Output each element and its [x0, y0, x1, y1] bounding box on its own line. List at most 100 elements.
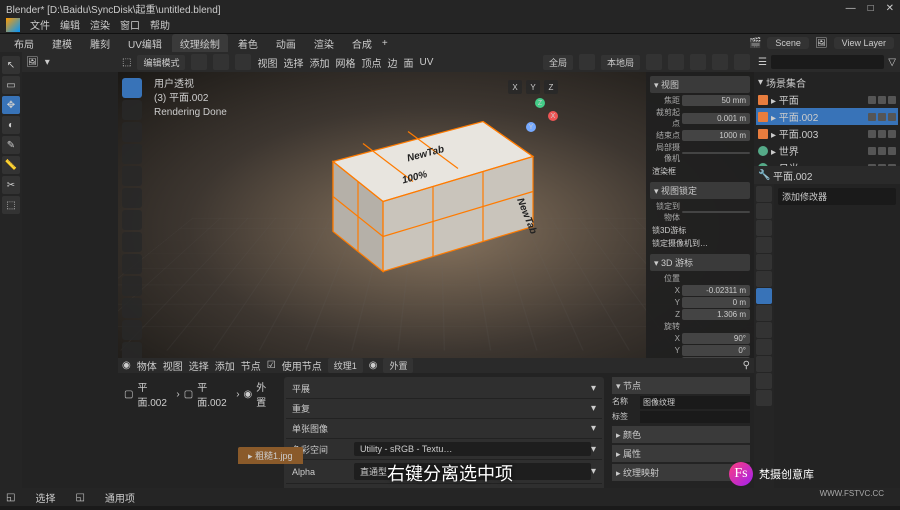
menu-edit[interactable]: 编辑 [60, 17, 80, 32]
add-modifier-button[interactable]: 添加修改器 [778, 188, 896, 205]
cursor-rx-field[interactable]: 90° [682, 333, 750, 344]
ptab-particles-icon[interactable] [756, 305, 772, 321]
vp-menu-face[interactable]: 面 [403, 55, 413, 70]
nh-view[interactable]: 视图 [163, 358, 183, 373]
shading-wire-icon[interactable] [668, 54, 684, 70]
tab-shading[interactable]: 着色 [230, 34, 266, 53]
side-color-header[interactable]: ▸ 颜色 [612, 426, 750, 443]
tool-select-icon[interactable]: ▭ [2, 76, 20, 94]
tool-deform-icon[interactable]: ◐ [2, 116, 20, 134]
ptab-viewlayer-icon[interactable] [756, 220, 772, 236]
editor-type-icon[interactable]: ⬚ [122, 57, 131, 68]
node-name-field[interactable]: 图像纹理 [640, 396, 750, 409]
nh-select[interactable]: 选择 [189, 358, 209, 373]
outliner-search-input[interactable] [771, 55, 884, 69]
ptab-modifier-icon[interactable] [756, 288, 772, 304]
vtool-measure-icon[interactable] [122, 232, 142, 252]
tab-composite[interactable]: 合成 [344, 34, 380, 53]
select-vertex-icon[interactable] [191, 54, 207, 70]
vp-menu-mesh[interactable]: 网格 [335, 55, 355, 70]
cursor-x-field[interactable]: -0.02311 m [682, 285, 750, 296]
mode-selector[interactable]: 编辑模式 [137, 55, 185, 70]
side-attr-header[interactable]: ▸ 属性 [612, 445, 750, 462]
uv-dropdown[interactable]: ▾ [45, 57, 50, 68]
tool-measure-icon[interactable]: 📏 [2, 156, 20, 174]
vp-menu-vertex[interactable]: 顶点 [361, 55, 381, 70]
outliner-icon[interactable]: ☰ [758, 57, 767, 68]
uv-editor-icon[interactable]: 🖼 [26, 57, 39, 68]
cursor-z-field[interactable]: 1.306 m [682, 309, 750, 320]
cursor-rz-field[interactable]: 90° [682, 357, 750, 358]
axis-y[interactable]: Y [526, 80, 540, 94]
outliner-item[interactable]: ▸ 平面.003 [756, 125, 898, 142]
vp-menu-edge[interactable]: 边 [387, 55, 397, 70]
3d-viewport[interactable]: 用户透视 (3) 平面.002 Rendering Done [118, 72, 754, 358]
npanel-lock-header[interactable]: ▾ 视图锁定 [650, 182, 750, 199]
ptab-world-icon[interactable] [756, 254, 772, 270]
vtool-scale-icon[interactable] [122, 166, 142, 186]
ptab-render-icon[interactable] [756, 186, 772, 202]
vtool-cursor-icon[interactable] [122, 100, 142, 120]
ptab-output-icon[interactable] [756, 203, 772, 219]
image-file-tab[interactable]: ▸ 粗糙1.jpg [238, 447, 303, 464]
select-edge-icon[interactable] [213, 54, 229, 70]
tab-uv[interactable]: UV编辑 [120, 34, 170, 53]
minimize-icon[interactable]: — [846, 3, 856, 14]
ptab-texture-icon[interactable] [756, 390, 772, 406]
vtool-inset-icon[interactable] [122, 298, 142, 318]
selected-mesh-box[interactable]: NewTab 100% NewTab [293, 101, 553, 294]
pin-icon[interactable]: ⚲ [743, 360, 750, 371]
tab-sculpt[interactable]: 雕刻 [82, 34, 118, 53]
vtool-move-icon[interactable] [122, 122, 142, 142]
outliner-item[interactable]: ▸ 日光 [756, 159, 898, 166]
tab-layout[interactable]: 布局 [6, 34, 42, 53]
vtool-select-icon[interactable] [122, 78, 142, 98]
nh-add[interactable]: 添加 [215, 358, 235, 373]
tool-annotate-icon[interactable]: ✎ [2, 136, 20, 154]
ptab-material-icon[interactable] [756, 373, 772, 389]
ptab-constraint-icon[interactable] [756, 339, 772, 355]
colorspace-selector[interactable]: Utility - sRGB - Textu… [354, 442, 591, 456]
lock-3dcursor-check[interactable]: 锁3D游标 [650, 224, 750, 237]
vp-menu-view[interactable]: 视图 [257, 55, 277, 70]
axis-z[interactable]: Z [544, 80, 558, 94]
image-texture-node[interactable]: 平展▾ 重复▾ 单张图像▾ 色彩空间Utility - sRGB - Textu… [284, 377, 604, 506]
clip-start-field[interactable]: 0.001 m [682, 113, 750, 124]
focal-field[interactable]: 50 mm [682, 95, 750, 106]
clip-end-field[interactable]: 1000 m [682, 130, 750, 141]
tool-extrude-icon[interactable]: ⬚ [2, 196, 20, 214]
mat-sphere-icon[interactable]: ◉ [369, 360, 378, 371]
axis-x[interactable]: X [508, 80, 522, 94]
outliner-root[interactable]: ▾场景集合 [756, 74, 898, 91]
menu-help[interactable]: 帮助 [150, 17, 170, 32]
maximize-icon[interactable]: □ [868, 3, 874, 14]
npanel-cursor-header[interactable]: ▾ 3D 游标 [650, 254, 750, 271]
side-node-header[interactable]: ▾ 节点 [612, 377, 750, 394]
vtool-rotate-icon[interactable] [122, 144, 142, 164]
vp-menu-uv[interactable]: UV [419, 57, 433, 68]
local-cam-field[interactable] [682, 152, 750, 154]
pivot-selector[interactable]: 本地局 [601, 55, 640, 70]
cursor-ry-field[interactable]: 0° [682, 345, 750, 356]
select-face-icon[interactable] [235, 54, 251, 70]
nh-node[interactable]: 节点 [241, 358, 261, 373]
menu-file[interactable]: 文件 [30, 17, 50, 32]
shading-rendered-icon[interactable] [734, 54, 750, 70]
pivot-icon[interactable] [579, 54, 595, 70]
material-slot[interactable]: 外置 [383, 358, 413, 373]
vtool-bevel-icon[interactable] [122, 320, 142, 340]
node-label-field[interactable] [640, 411, 750, 423]
lock-camera-check[interactable]: 锁定摄像机到… [650, 237, 750, 250]
tool-cut-icon[interactable]: ✂ [2, 176, 20, 194]
add-tab-icon[interactable]: + [382, 38, 388, 49]
vtool-loopcut-icon[interactable] [122, 342, 142, 358]
ptab-data-icon[interactable] [756, 356, 772, 372]
vtool-annotate-icon[interactable] [122, 210, 142, 230]
tool-cursor-icon[interactable]: ↖ [2, 56, 20, 74]
scene-selector[interactable]: Scene [767, 37, 809, 49]
tool-transform-icon[interactable]: ✥ [2, 96, 20, 114]
tab-texpaint[interactable]: 纹理绘制 [172, 34, 228, 53]
ptab-object-icon[interactable] [756, 271, 772, 287]
viewlayer-selector[interactable]: View Layer [834, 37, 894, 49]
vtool-addcube-icon[interactable] [122, 254, 142, 274]
